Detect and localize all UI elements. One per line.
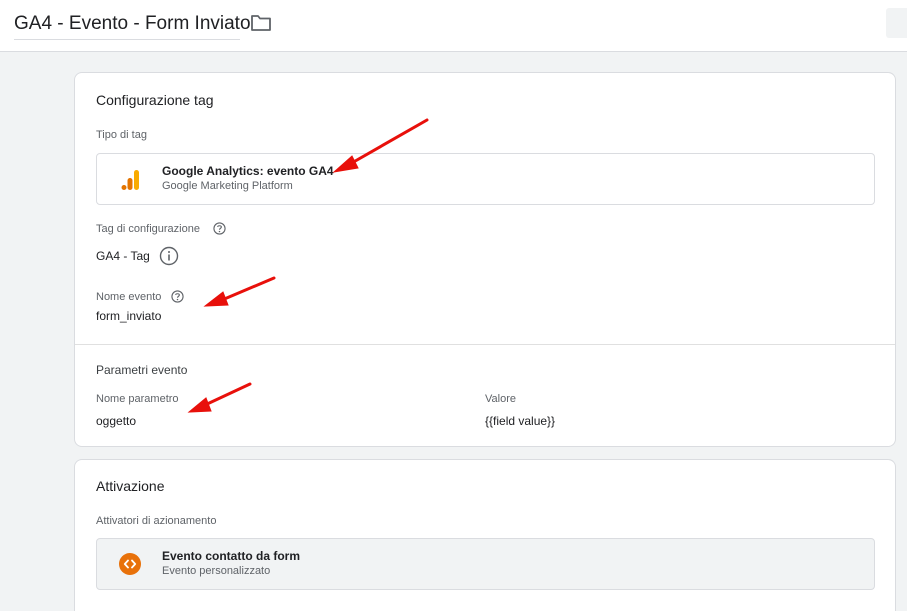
param-name-cell: oggetto [96,414,137,428]
event-name-label: Nome evento [96,291,162,303]
triggers-label: Attivatori di azionamento [96,515,217,527]
help-icon[interactable] [213,222,226,235]
trigger-box[interactable]: Evento contatto da form Evento personali… [96,538,875,590]
tag-type-subtitle: Google Marketing Platform [162,180,293,192]
event-name-value: form_inviato [96,309,162,323]
triggering-card[interactable]: Attivazione Attivatori di azionamento Ev… [74,459,896,611]
param-name-header: Nome parametro [96,393,179,405]
trigger-title: Evento contatto da form [162,549,301,563]
tag-type-title: Google Analytics: evento GA4 [162,164,334,178]
config-tag-label: Tag di configurazione [96,223,200,235]
info-icon[interactable] [159,246,179,266]
folder-icon[interactable] [250,14,272,32]
top-bar: GA4 - Evento - Form Inviato [0,0,907,52]
card-heading-configuration: Configurazione tag [96,92,214,108]
event-params-heading: Parametri evento [96,363,188,377]
section-divider [75,344,895,345]
google-analytics-icon [121,170,139,190]
tag-type-box[interactable]: Google Analytics: evento GA4 Google Mark… [96,153,875,205]
param-value-header: Valore [485,393,516,405]
tag-type-label: Tipo di tag [96,129,147,141]
save-button[interactable] [886,8,907,38]
card-heading-triggering: Attivazione [96,478,165,494]
custom-event-icon [119,553,141,575]
config-tag-value: GA4 - Tag [96,249,150,263]
param-value-cell: {{field value}} [485,414,556,428]
tag-name-field[interactable]: GA4 - Evento - Form Inviato [14,12,251,40]
trigger-subtitle: Evento personalizzato [162,565,271,577]
help-icon[interactable] [171,290,184,303]
tag-configuration-card[interactable]: Configurazione tag Tipo di tag Google An… [74,72,896,447]
